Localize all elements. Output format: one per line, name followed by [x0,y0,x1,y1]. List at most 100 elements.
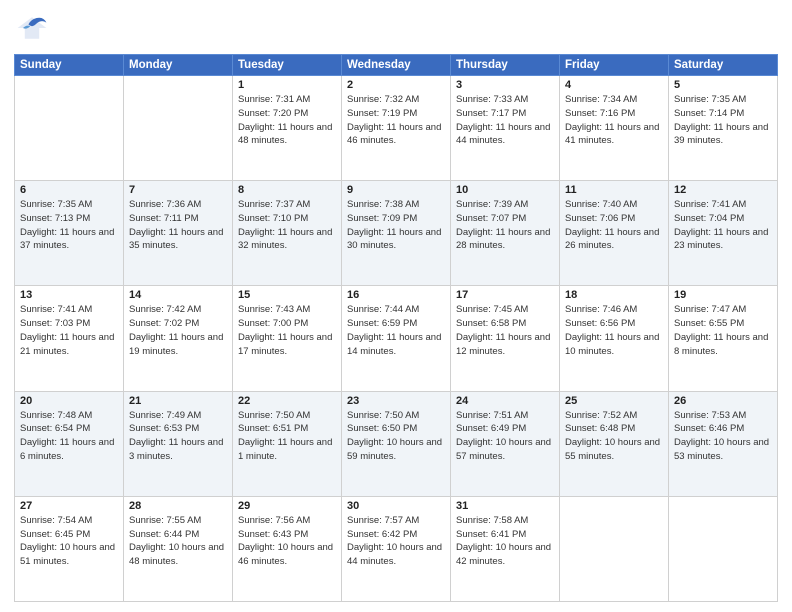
header [14,10,778,46]
day-number: 23 [347,395,445,407]
day-number: 31 [456,500,554,512]
calendar-cell: 10Sunrise: 7:39 AM Sunset: 7:07 PM Dayli… [451,181,560,286]
cell-info: Sunrise: 7:38 AM Sunset: 7:09 PM Dayligh… [347,198,445,253]
day-number: 28 [129,500,227,512]
cell-info: Sunrise: 7:56 AM Sunset: 6:43 PM Dayligh… [238,514,336,569]
calendar-cell: 3 Sunrise: 7:33 AM Sunset: 7:17 PM Daylig… [451,76,560,181]
cell-info: Sunrise: 7:44 AM Sunset: 6:59 PM Dayligh… [347,303,445,358]
calendar-cell: 8 Sunrise: 7:37 AM Sunset: 7:10 PM Daylig… [233,181,342,286]
cell-info: Sunrise: 7:58 AM Sunset: 6:41 PM Dayligh… [456,514,554,569]
cell-info: Sunrise: 7:48 AM Sunset: 6:54 PM Dayligh… [20,409,118,464]
calendar-cell: 13 Sunrise: 7:41 AM Sunset: 7:03 PM Dayli… [15,286,124,391]
cell-info: Sunrise: 7:57 AM Sunset: 6:42 PM Dayligh… [347,514,445,569]
calendar-cell: 22Sunrise: 7:50 AM Sunset: 6:51 PM Dayli… [233,391,342,496]
weekday-header: Thursday [451,55,560,76]
cell-info: Sunrise: 7:35 AM Sunset: 7:14 PM Dayligh… [674,93,772,148]
day-number: 8 [238,184,336,196]
cell-info: Sunrise: 7:40 AM Sunset: 7:06 PM Dayligh… [565,198,663,253]
cell-info: Sunrise: 7:31 AM Sunset: 7:20 PM Dayligh… [238,93,336,148]
day-number: 29 [238,500,336,512]
cell-info: Sunrise: 7:53 AM Sunset: 6:46 PM Dayligh… [674,409,772,464]
cell-info: Sunrise: 7:46 AM Sunset: 6:56 PM Dayligh… [565,303,663,358]
day-number: 13 [20,289,118,301]
day-number: 22 [238,395,336,407]
calendar-cell: 4 Sunrise: 7:34 AM Sunset: 7:16 PM Daylig… [560,76,669,181]
cell-info: Sunrise: 7:34 AM Sunset: 7:16 PM Dayligh… [565,93,663,148]
day-number: 6 [20,184,118,196]
cell-info: Sunrise: 7:41 AM Sunset: 7:04 PM Dayligh… [674,198,772,253]
day-number: 14 [129,289,227,301]
day-number: 18 [565,289,663,301]
cell-info: Sunrise: 7:36 AM Sunset: 7:11 PM Dayligh… [129,198,227,253]
day-number: 15 [238,289,336,301]
day-number: 4 [565,79,663,91]
weekday-header: Sunday [15,55,124,76]
calendar-cell: 24 Sunrise: 7:51 AM Sunset: 6:49 PM Dayli… [451,391,560,496]
day-number: 17 [456,289,554,301]
calendar-cell: 18 Sunrise: 7:46 AM Sunset: 6:56 PM Dayli… [560,286,669,391]
calendar-cell: 1 Sunrise: 7:31 AM Sunset: 7:20 PM Daylig… [233,76,342,181]
cell-info: Sunrise: 7:52 AM Sunset: 6:48 PM Dayligh… [565,409,663,464]
day-number: 9 [347,184,445,196]
cell-info: Sunrise: 7:32 AM Sunset: 7:19 PM Dayligh… [347,93,445,148]
weekday-header: Tuesday [233,55,342,76]
calendar-cell: 21Sunrise: 7:49 AM Sunset: 6:53 PM Dayli… [124,391,233,496]
calendar-cell [15,76,124,181]
day-number: 24 [456,395,554,407]
cell-info: Sunrise: 7:51 AM Sunset: 6:49 PM Dayligh… [456,409,554,464]
calendar-row: 20 Sunrise: 7:48 AM Sunset: 6:54 PM Dayli… [15,391,778,496]
weekday-row: SundayMondayTuesdayWednesdayThursdayFrid… [15,55,778,76]
cell-info: Sunrise: 7:54 AM Sunset: 6:45 PM Dayligh… [20,514,118,569]
day-number: 11 [565,184,663,196]
cell-info: Sunrise: 7:43 AM Sunset: 7:00 PM Dayligh… [238,303,336,358]
day-number: 26 [674,395,772,407]
cell-info: Sunrise: 7:39 AM Sunset: 7:07 PM Dayligh… [456,198,554,253]
calendar-row: 6 Sunrise: 7:35 AM Sunset: 7:13 PM Daylig… [15,181,778,286]
day-number: 2 [347,79,445,91]
calendar-table: SundayMondayTuesdayWednesdayThursdayFrid… [14,54,778,602]
calendar-row: 1 Sunrise: 7:31 AM Sunset: 7:20 PM Daylig… [15,76,778,181]
weekday-header: Saturday [669,55,778,76]
day-number: 20 [20,395,118,407]
calendar-cell: 27 Sunrise: 7:54 AM Sunset: 6:45 PM Dayli… [15,496,124,601]
day-number: 1 [238,79,336,91]
calendar-body: 1 Sunrise: 7:31 AM Sunset: 7:20 PM Daylig… [15,76,778,602]
cell-info: Sunrise: 7:37 AM Sunset: 7:10 PM Dayligh… [238,198,336,253]
calendar-cell: 29 Sunrise: 7:56 AM Sunset: 6:43 PM Dayli… [233,496,342,601]
calendar-row: 13 Sunrise: 7:41 AM Sunset: 7:03 PM Dayli… [15,286,778,391]
logo [14,10,54,46]
cell-info: Sunrise: 7:35 AM Sunset: 7:13 PM Dayligh… [20,198,118,253]
calendar-cell: 26 Sunrise: 7:53 AM Sunset: 6:46 PM Dayli… [669,391,778,496]
cell-info: Sunrise: 7:55 AM Sunset: 6:44 PM Dayligh… [129,514,227,569]
day-number: 7 [129,184,227,196]
calendar-cell: 5Sunrise: 7:35 AM Sunset: 7:14 PM Daylig… [669,76,778,181]
calendar-cell: 31 Sunrise: 7:58 AM Sunset: 6:41 PM Dayli… [451,496,560,601]
calendar-cell: 2 Sunrise: 7:32 AM Sunset: 7:19 PM Daylig… [342,76,451,181]
weekday-header: Wednesday [342,55,451,76]
cell-info: Sunrise: 7:42 AM Sunset: 7:02 PM Dayligh… [129,303,227,358]
calendar-cell: 9 Sunrise: 7:38 AM Sunset: 7:09 PM Daylig… [342,181,451,286]
calendar-cell: 14 Sunrise: 7:42 AM Sunset: 7:02 PM Dayli… [124,286,233,391]
calendar-row: 27 Sunrise: 7:54 AM Sunset: 6:45 PM Dayli… [15,496,778,601]
calendar-cell: 7 Sunrise: 7:36 AM Sunset: 7:11 PM Daylig… [124,181,233,286]
calendar-cell: 30 Sunrise: 7:57 AM Sunset: 6:42 PM Dayli… [342,496,451,601]
day-number: 12 [674,184,772,196]
day-number: 19 [674,289,772,301]
day-number: 30 [347,500,445,512]
calendar-cell: 12 Sunrise: 7:41 AM Sunset: 7:04 PM Dayli… [669,181,778,286]
calendar-cell: 19Sunrise: 7:47 AM Sunset: 6:55 PM Dayli… [669,286,778,391]
calendar-cell: 23Sunrise: 7:50 AM Sunset: 6:50 PM Dayli… [342,391,451,496]
calendar-cell: 6 Sunrise: 7:35 AM Sunset: 7:13 PM Daylig… [15,181,124,286]
weekday-header: Friday [560,55,669,76]
weekday-header: Monday [124,55,233,76]
page: SundayMondayTuesdayWednesdayThursdayFrid… [0,0,792,612]
calendar-cell: 28 Sunrise: 7:55 AM Sunset: 6:44 PM Dayli… [124,496,233,601]
calendar-cell: 15 Sunrise: 7:43 AM Sunset: 7:00 PM Dayli… [233,286,342,391]
day-number: 16 [347,289,445,301]
day-number: 27 [20,500,118,512]
cell-info: Sunrise: 7:41 AM Sunset: 7:03 PM Dayligh… [20,303,118,358]
day-number: 3 [456,79,554,91]
logo-icon [14,10,50,46]
calendar-cell: 11 Sunrise: 7:40 AM Sunset: 7:06 PM Dayli… [560,181,669,286]
cell-info: Sunrise: 7:33 AM Sunset: 7:17 PM Dayligh… [456,93,554,148]
